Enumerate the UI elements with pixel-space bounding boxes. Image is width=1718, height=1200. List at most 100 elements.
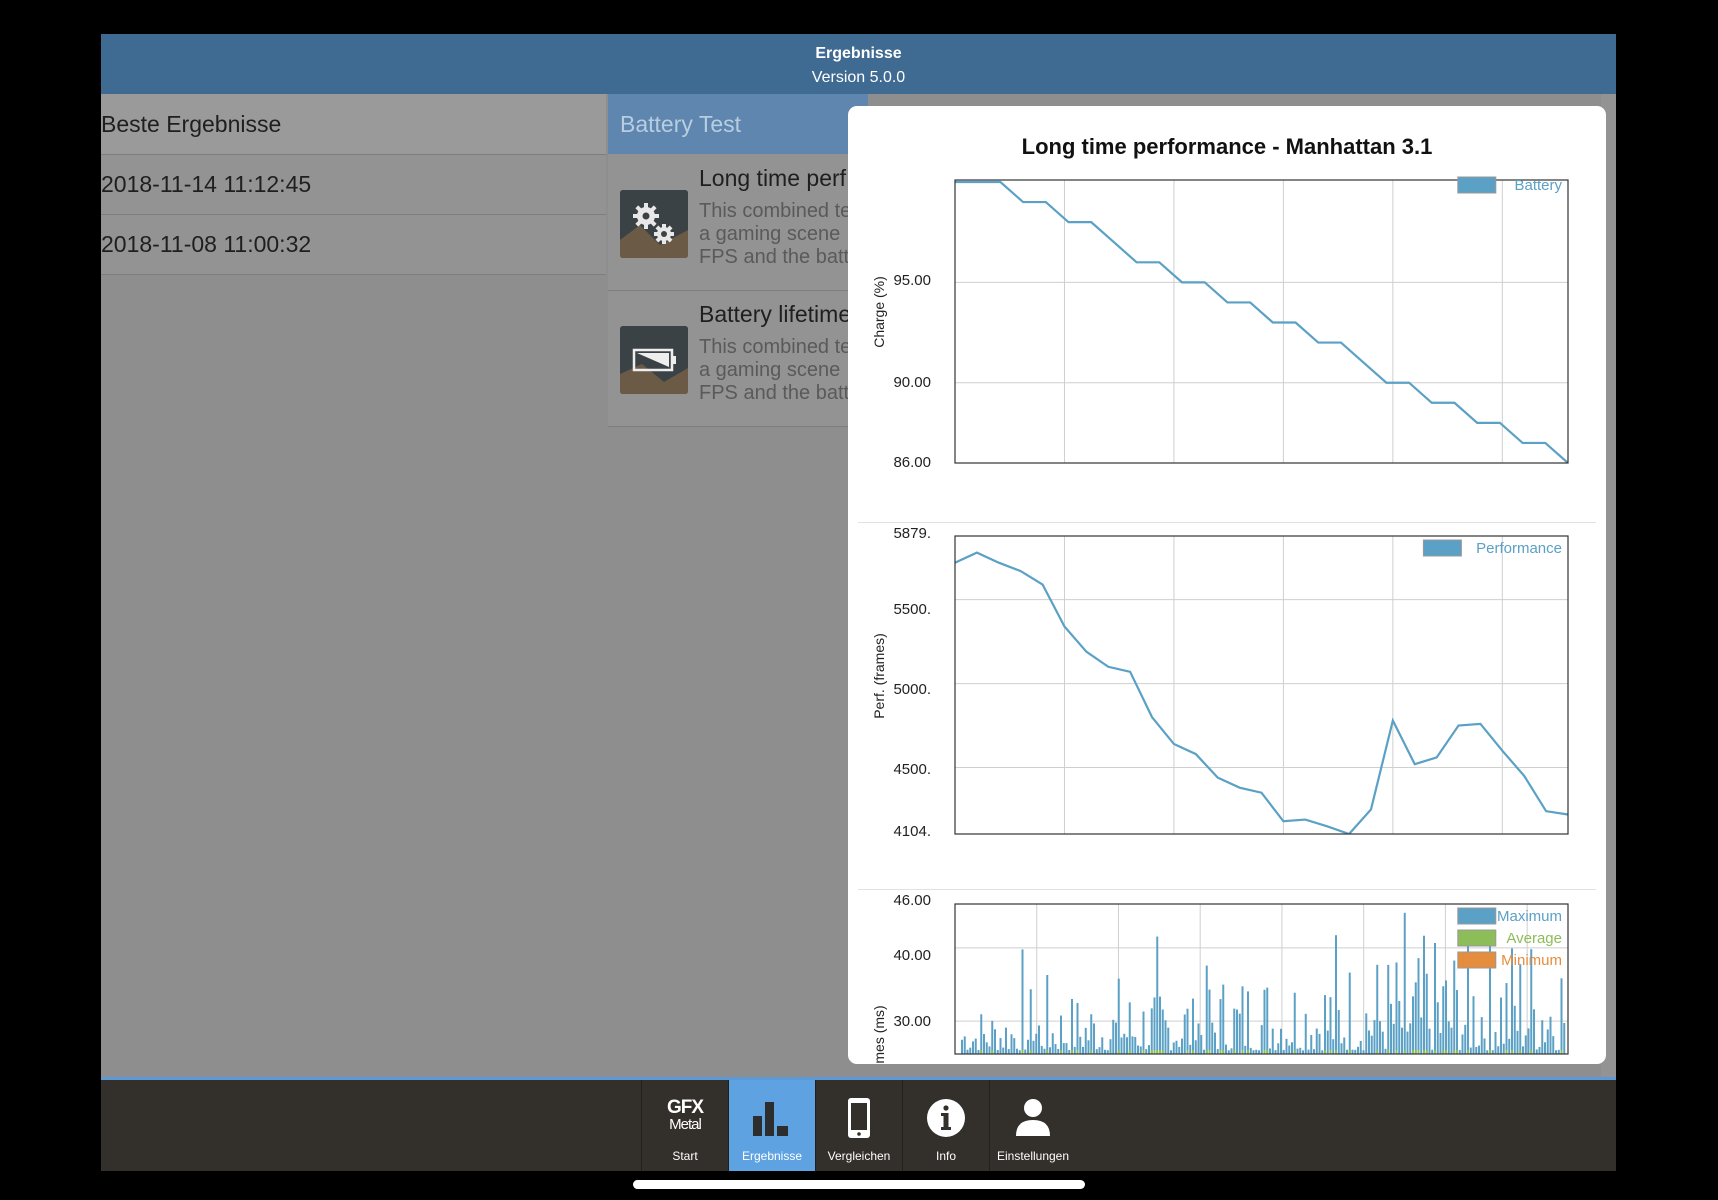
tab-einstellungen[interactable]: Einstellungen [989,1080,1076,1171]
bar-maximum [1065,1043,1068,1054]
bar-maximum [1219,999,1222,1054]
bar-maximum [974,1038,977,1054]
bar-maximum [1401,1027,1403,1054]
bar-maximum [1051,1033,1054,1054]
bar-maximum [1324,995,1326,1054]
bar-maximum [1269,1048,1271,1054]
plot-area [955,551,1568,834]
test-item-battery-lifetime[interactable]: Battery lifetime This combined te a gami… [608,291,868,427]
bar-maximum [1343,1037,1346,1054]
bar-maximum [1139,1046,1142,1054]
bar-maximum [1409,1023,1412,1054]
test-item-long-time-performance[interactable]: Long time perf This combined te a gaming… [608,155,868,291]
bar-maximum [1032,1040,1035,1054]
bar-maximum [1233,1008,1236,1054]
bar-maximum [1379,1021,1381,1054]
bar-maximum [1365,1013,1368,1054]
bar-maximum [1255,1049,1258,1054]
bar-maximum [1021,949,1024,1054]
bar-maximum [1392,1023,1395,1054]
bar-maximum [1208,989,1211,1054]
bar-maximum [1128,1002,1131,1054]
bar-maximum [1010,1034,1013,1054]
bar-maximum [1544,1042,1546,1054]
bar-maximum [1390,1003,1392,1054]
bar-maximum [983,1033,985,1054]
bar-maximum [1263,989,1266,1054]
bar-maximum [1412,996,1414,1054]
tab-label: Vergleichen [827,1149,891,1163]
bar-maximum [1126,1037,1128,1054]
y-axis-label: imes (ms) [871,1005,887,1064]
bar-maximum [1326,1030,1329,1054]
bar-maximum [1123,1033,1126,1054]
bar-maximum [1500,997,1502,1054]
bar-maximum [1439,1032,1442,1054]
bar-maximum [1461,1034,1464,1054]
legend-label-average: Average [1506,930,1562,947]
bar-maximum [1370,1035,1373,1054]
bar-maximum [1120,1037,1123,1054]
bar-maximum [1445,980,1447,1054]
bar-maximum [1423,935,1425,1054]
bar-maximum [1189,1044,1192,1054]
y-tick-label: 95.00 [893,272,931,289]
bar-maximum [1005,1027,1007,1054]
legend-label-maximum: Maximum [1497,908,1562,925]
battery-icon [620,326,688,394]
bar-maximum [1381,1031,1384,1054]
bar-maximum [1038,1025,1040,1054]
bar-maximum [1516,1030,1519,1054]
bar-maximum [1200,1035,1203,1054]
tab-ergebnisse[interactable]: Ergebnisse [728,1080,815,1171]
bar-maximum [1291,1042,1293,1054]
bar-maximum [1194,1040,1197,1054]
results-header: Beste Ergebnisse [101,94,606,155]
bar-maximum [1076,1002,1079,1054]
tab-start[interactable]: GFX Metal Start [641,1080,728,1171]
bar-maximum [1082,1046,1084,1054]
bar-maximum [963,1036,966,1054]
bar-maximum [1299,1047,1302,1054]
bar-maximum [1403,912,1406,1054]
bar-maximum [1090,1014,1093,1054]
y-tick-label: 5500. [893,601,931,618]
bar-maximum [1480,1017,1483,1054]
bar-maximum [1175,1040,1178,1054]
bar-maximum [969,1047,972,1054]
legend-label-minimum: Minimum [1501,952,1562,969]
bar-maximum [1079,1036,1082,1054]
user-icon [1011,1096,1055,1140]
bar-maximum [1497,1046,1500,1054]
bar-maximum [1159,996,1161,1054]
bar-maximum [985,1042,988,1054]
bar-maximum [1040,1045,1043,1054]
bar-maximum [1494,1031,1497,1054]
chart-popup[interactable]: Long time performance - Manhattan 3.1 95… [848,106,1606,1064]
tab-info[interactable]: Info [902,1080,989,1171]
bar-maximum [1329,997,1332,1054]
legend-label-battery: Battery [1514,177,1562,194]
test-description-line: This combined te [699,336,852,358]
y-axis-label: Charge (%) [871,276,887,348]
bar-maximum [1260,1025,1263,1054]
bar-maximum [1109,1039,1112,1054]
tab-vergleichen[interactable]: Vergleichen [815,1080,902,1171]
result-row[interactable]: 2018-11-14 11:12:45 [101,155,606,215]
bar-maximum [1205,965,1208,1054]
bar-maximum [1464,1024,1467,1054]
phone-icon [837,1096,881,1140]
bar-maximum [1101,1037,1104,1054]
y-tick-label: 4104. [893,823,931,840]
bar-maximum [1469,1047,1472,1054]
bar-maximum [1156,936,1159,1054]
bar-maximum [1029,989,1032,1054]
bar-maximum [1178,1046,1181,1054]
result-row[interactable]: 2018-11-08 11:00:32 [101,215,606,275]
bar-maximum [1203,1049,1205,1054]
chart-3: 46.00 40.00 30.00 imes (ms) Maximum Average Mi… [871,892,1569,1064]
bar-maximum [1216,1049,1219,1054]
y-axis-label: Perf. (frames) [871,633,887,719]
bar-maximum [1112,1019,1115,1054]
bar-maximum [1442,986,1445,1054]
